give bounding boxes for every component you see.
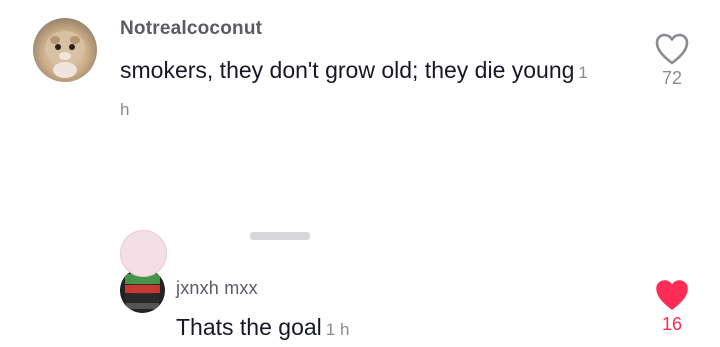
- like-button[interactable]: 16: [652, 278, 692, 335]
- reply-item: jxnxh mxx Thats the goal 1 h 16: [0, 130, 720, 340]
- comment-item: Notrealcoconut smokers, they don't grow …: [0, 0, 720, 130]
- reply-time: 1 h: [325, 320, 350, 339]
- heart-icon[interactable]: [654, 32, 690, 66]
- reply-text: Thats the goal 1 h: [176, 310, 576, 347]
- reply-body: Thats the goal: [176, 314, 322, 340]
- comment-text: smokers, they don't grow old; they die y…: [120, 53, 590, 127]
- username-placeholder: [250, 232, 310, 240]
- comment-username[interactable]: Notrealcoconut: [120, 18, 262, 40]
- like-count: 72: [661, 68, 683, 88]
- reply-username[interactable]: jxnxh mxx: [176, 278, 258, 299]
- hamster-avatar-image: [45, 31, 85, 78]
- avatar[interactable]: [33, 18, 97, 82]
- comment-body: smokers, they don't grow old; they die y…: [120, 57, 575, 83]
- heart-filled-icon[interactable]: [654, 278, 690, 312]
- like-button[interactable]: 72: [652, 32, 692, 89]
- like-count: 16: [661, 314, 683, 334]
- avatar[interactable]: [120, 230, 167, 277]
